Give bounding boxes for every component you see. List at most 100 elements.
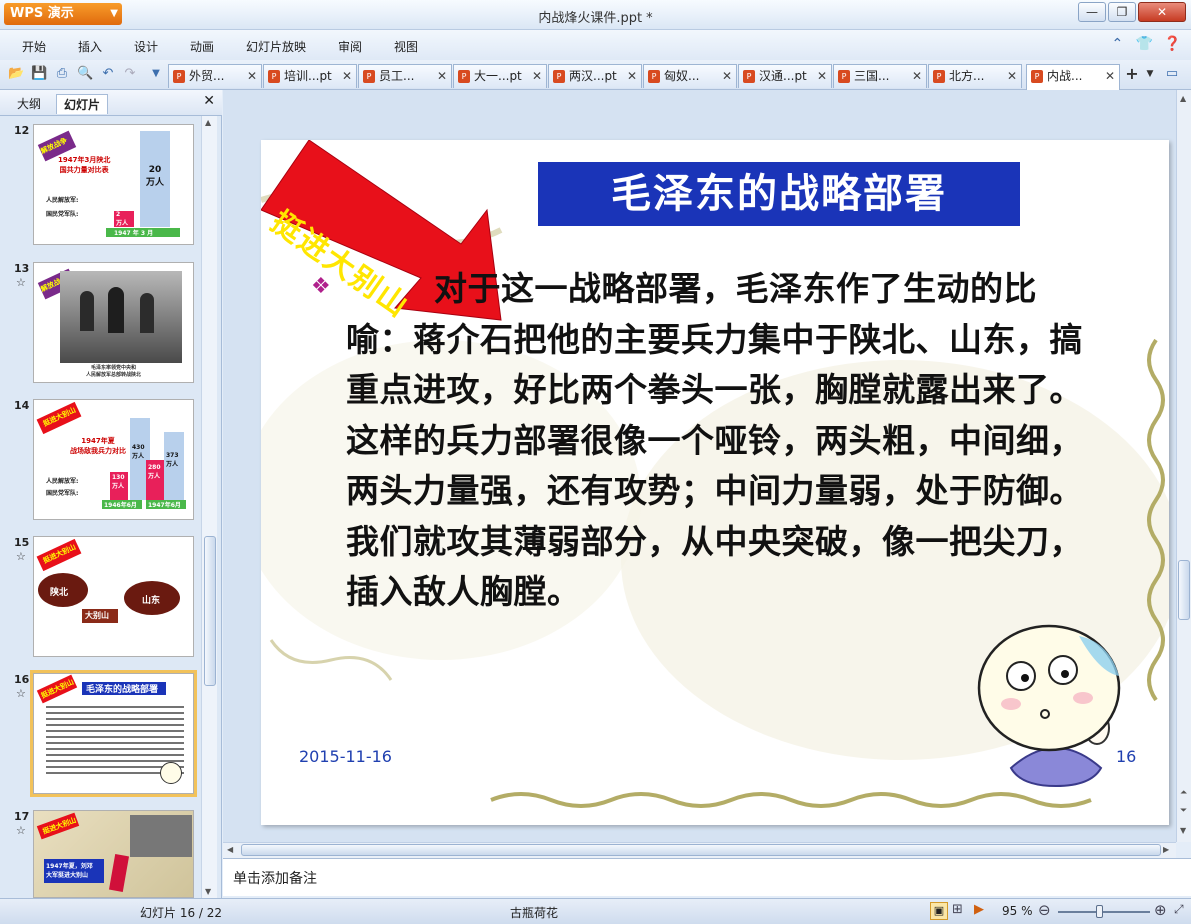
ppt-file-icon: P	[363, 70, 375, 83]
tab-document[interactable]: P 大一...pt ✕	[453, 64, 547, 88]
ppt-file-icon: P	[458, 70, 470, 83]
print-preview-icon[interactable]: 🔍	[77, 66, 93, 82]
slide-vertical-scrollbar[interactable]: ▲ ⏶ ⏷ ▼	[1176, 90, 1191, 842]
tab-label: 两汉...pt	[569, 69, 617, 83]
menu-slideshow[interactable]: 幻灯片放映	[246, 38, 306, 55]
scroll-left-icon[interactable]: ◀	[227, 845, 233, 854]
slide-body-text[interactable]: 对于这一战略部署，毛泽东作了生动的比喻：蒋介石把他的主要兵力集中于陕北、山东，搞…	[346, 264, 1091, 618]
scroll-right-icon[interactable]: ▶	[1163, 845, 1169, 854]
zoom-in-icon[interactable]: ⊕	[1154, 901, 1167, 919]
close-icon[interactable]: ✕	[912, 65, 922, 87]
new-tab-icon[interactable]: +	[1124, 66, 1140, 82]
next-slide-icon[interactable]: ⏷	[1180, 806, 1187, 816]
scrollbar-thumb[interactable]	[204, 536, 216, 686]
tab-document[interactable]: P 外贸... ✕	[168, 64, 262, 88]
menu-home[interactable]: 开始	[22, 38, 46, 55]
zoom-slider-handle[interactable]	[1096, 905, 1103, 918]
skin-icon[interactable]: 👕	[1136, 36, 1153, 52]
scrollbar-thumb[interactable]	[241, 844, 1161, 856]
toolbar: 📂 💾 ⎙ 🔍 ↶ ↷ ▼ P 外贸... ✕ P 培训...pt ✕ P 员工…	[0, 60, 1191, 90]
slide-title: 1947年3月陕北 国共力量对比表	[58, 156, 111, 174]
scroll-down-icon[interactable]: ▼	[205, 887, 211, 896]
previous-slide-icon[interactable]: ⏶	[1180, 788, 1187, 798]
cartoon-figure	[160, 762, 182, 784]
menu-bar: 开始 插入 设计 动画 幻灯片放映 审阅 视图 ⌃ 👕 ❓	[0, 30, 1191, 60]
help-icon[interactable]: ❓	[1164, 36, 1181, 52]
slide-thumbnail[interactable]: 挺进大别山 1947年夏，刘邓 大军挺进大别山	[33, 810, 194, 898]
tab-document[interactable]: P 两汉...pt ✕	[548, 64, 642, 88]
window-title: 内战烽火课件.ppt *	[538, 11, 653, 26]
chevron-down-icon[interactable]: ▼	[1142, 66, 1158, 82]
close-icon[interactable]: ✕	[342, 65, 352, 87]
close-icon[interactable]: ✕	[1105, 65, 1115, 87]
tab-label: 汉通...pt	[759, 69, 807, 83]
redo-icon[interactable]: ↷	[122, 66, 138, 82]
scroll-down-icon[interactable]: ▼	[1180, 826, 1186, 835]
ppt-file-icon: P	[648, 70, 660, 83]
row-label: 人民解放军:	[46, 478, 79, 485]
close-icon[interactable]: ✕	[532, 65, 542, 87]
normal-view-icon[interactable]: ▣	[930, 902, 948, 920]
slide-thumbnail[interactable]: 挺进大别山 1947年夏 战场敌我兵力对比 430 万人 373 万人 130 …	[33, 399, 194, 520]
zoom-slider-track[interactable]	[1058, 911, 1150, 913]
notes-pane[interactable]: 单击添加备注	[223, 858, 1191, 896]
window-layout-icon[interactable]: ▭	[1164, 66, 1180, 82]
menu-view[interactable]: 视图	[394, 38, 418, 55]
open-folder-icon[interactable]: 📂	[8, 66, 24, 82]
slides-scrollbar[interactable]: ▲ ▼	[201, 116, 217, 898]
close-icon[interactable]: ✕	[1007, 65, 1017, 87]
title-bar: WPS 演示 ▼ 内战烽火课件.ppt * — ❐ ✕	[0, 0, 1191, 30]
save-icon[interactable]: 💾	[31, 66, 47, 82]
tab-document[interactable]: P 汉通...pt ✕	[738, 64, 832, 88]
restore-button[interactable]: ❐	[1108, 2, 1136, 22]
menu-review[interactable]: 审阅	[338, 38, 362, 55]
close-icon[interactable]: ✕	[722, 65, 732, 87]
minimize-button[interactable]: —	[1078, 2, 1106, 22]
undo-icon[interactable]: ↶	[100, 66, 116, 82]
tab-document[interactable]: P 员工... ✕	[358, 64, 452, 88]
close-icon[interactable]: ✕	[627, 65, 637, 87]
slide-title[interactable]: 毛泽东的战略部署	[538, 162, 1020, 226]
zoom-out-icon[interactable]: ⊖	[1038, 901, 1051, 919]
menu-insert[interactable]: 插入	[78, 38, 102, 55]
menu-animation[interactable]: 动画	[190, 38, 214, 55]
slide-title: 毛泽东的战略部署	[86, 685, 159, 695]
menu-design[interactable]: 设计	[134, 38, 158, 55]
slide-thumbnail[interactable]: 挺进大别山 陕北 山东 大别山	[33, 536, 194, 657]
scroll-up-icon[interactable]: ▲	[1180, 94, 1186, 103]
slide-editor: 挺进大别山 毛泽东的战略部署 ❖ 对于这一战略部署，毛泽东作了生动的比喻：蒋介石…	[223, 90, 1176, 842]
tab-outline[interactable]: 大纲	[10, 94, 48, 114]
tab-slides[interactable]: 幻灯片	[56, 94, 109, 114]
ppt-file-icon: P	[1031, 70, 1043, 83]
slide-thumbnail-selected[interactable]: 挺进大别山 毛泽东的战略部署	[30, 670, 197, 797]
tab-label: 北方...	[949, 69, 985, 83]
close-button[interactable]: ✕	[1138, 2, 1186, 22]
body-text-lines	[46, 702, 184, 774]
slide-thumbnail[interactable]: 解放战争 1947年3月陕北 国共力量对比表 20 万人 2 万人 人民解放军:…	[33, 124, 194, 245]
close-icon[interactable]: ✕	[247, 65, 257, 87]
scroll-up-icon[interactable]: ▲	[205, 118, 211, 127]
tab-document-active[interactable]: P 内战... ✕	[1026, 64, 1120, 90]
historical-photo	[60, 271, 182, 363]
fit-window-icon[interactable]: ⤢	[1174, 902, 1184, 917]
close-icon[interactable]: ✕	[437, 65, 447, 87]
tab-document[interactable]: P 北方... ✕	[928, 64, 1022, 88]
bullet-icon: ❖	[311, 274, 331, 299]
slide-thumbnail[interactable]: 解放战争 毛泽东率领党中央和 人民解放军总部转战陕北	[33, 262, 194, 383]
notes-placeholder[interactable]: 单击添加备注	[233, 868, 317, 888]
slide-page-number: 16	[1116, 747, 1137, 766]
tab-document[interactable]: P 匈奴... ✕	[643, 64, 737, 88]
tab-document[interactable]: P 三国... ✕	[833, 64, 927, 88]
slideshow-icon[interactable]: ▶	[974, 902, 984, 917]
chevron-up-icon[interactable]: ⌃	[1111, 36, 1123, 52]
close-icon[interactable]: ✕	[203, 93, 215, 109]
slide-sorter-icon[interactable]: ⊞	[952, 902, 963, 917]
ppt-file-icon: P	[268, 70, 280, 83]
customize-dropdown-icon[interactable]: ▼	[148, 66, 164, 82]
close-icon[interactable]: ✕	[817, 65, 827, 87]
print-icon[interactable]: ⎙	[54, 66, 70, 82]
tab-document[interactable]: P 培训...pt ✕	[263, 64, 357, 88]
scrollbar-thumb[interactable]	[1178, 560, 1190, 620]
slide-horizontal-scrollbar[interactable]: ◀ ▶	[223, 842, 1176, 858]
slide-canvas[interactable]: 挺进大别山 毛泽东的战略部署 ❖ 对于这一战略部署，毛泽东作了生动的比喻：蒋介石…	[261, 140, 1169, 825]
